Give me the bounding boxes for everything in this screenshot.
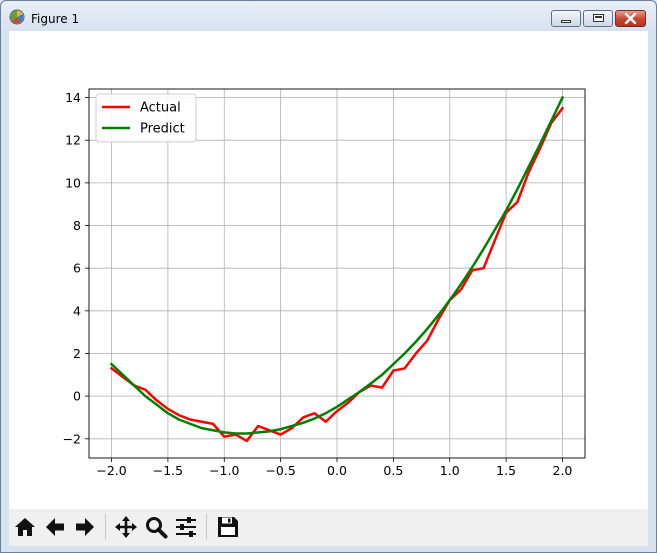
close-icon bbox=[624, 12, 637, 25]
move-icon bbox=[115, 516, 137, 538]
x-tick-label: −1.5 bbox=[153, 463, 183, 478]
y-tick-label: 8 bbox=[73, 218, 81, 233]
title-bar[interactable]: Figure 1 bbox=[1, 1, 656, 31]
figure-window: Figure 1 −2.0 −1.5 −1.0 −0.5 0.0 0.5 1.0 1.5 2.0… bbox=[0, 0, 657, 553]
maximize-icon bbox=[593, 14, 604, 22]
x-tick-label: 0.5 bbox=[383, 463, 403, 478]
x-tick-label: 2.0 bbox=[553, 463, 573, 478]
x-tick-label: −1.0 bbox=[209, 463, 239, 478]
navigation-toolbar bbox=[9, 509, 648, 546]
line-chart: −2.0 −1.5 −1.0 −0.5 0.0 0.5 1.0 1.5 2.0 −2 0 2 4 6 8 1… bbox=[63, 88, 586, 478]
maximize-button[interactable] bbox=[583, 10, 613, 27]
x-tick-labels: −2.0 −1.5 −1.0 −0.5 0.0 0.5 1.0 1.5 2.0 bbox=[96, 463, 572, 478]
arrow-right-icon bbox=[76, 518, 94, 536]
y-tick-label: 4 bbox=[73, 303, 81, 318]
back-button[interactable] bbox=[41, 513, 69, 541]
window-title: Figure 1 bbox=[31, 12, 80, 26]
x-tick-label: −2.0 bbox=[96, 463, 126, 478]
home-button[interactable] bbox=[11, 513, 39, 541]
x-tick-label: 1.5 bbox=[496, 463, 516, 478]
toolbar-separator bbox=[206, 514, 207, 540]
legend-label-predict: Predict bbox=[140, 122, 185, 137]
forward-button[interactable] bbox=[71, 513, 99, 541]
figure-client-area: −2.0 −1.5 −1.0 −0.5 0.0 0.5 1.0 1.5 2.0 −2 0 2 4 6 8 1… bbox=[9, 31, 648, 546]
toolbar-separator bbox=[105, 514, 106, 540]
magnifier-icon bbox=[146, 517, 168, 539]
minimize-button[interactable] bbox=[551, 10, 581, 27]
x-tick-label: 1.0 bbox=[440, 463, 460, 478]
save-button[interactable] bbox=[214, 513, 242, 541]
y-tick-label: 12 bbox=[65, 133, 81, 148]
x-tick-label: −0.5 bbox=[265, 463, 295, 478]
legend: Actual Predict bbox=[95, 93, 197, 143]
configure-subplots-button[interactable] bbox=[172, 513, 200, 541]
pan-button[interactable] bbox=[112, 513, 140, 541]
y-tick-label: 2 bbox=[73, 346, 81, 361]
y-tick-label: 10 bbox=[65, 175, 81, 190]
sliders-icon bbox=[176, 517, 196, 537]
close-button[interactable] bbox=[615, 10, 646, 27]
y-tick-label: 14 bbox=[65, 90, 81, 105]
minimize-icon bbox=[561, 20, 571, 23]
y-tick-label: 6 bbox=[73, 261, 81, 276]
matplotlib-icon bbox=[9, 9, 25, 25]
zoom-button[interactable] bbox=[142, 513, 170, 541]
x-tick-label: 0.0 bbox=[327, 463, 347, 478]
legend-label-actual: Actual bbox=[140, 101, 181, 116]
figure-canvas[interactable]: −2.0 −1.5 −1.0 −0.5 0.0 0.5 1.0 1.5 2.0 −2 0 2 4 6 8 1… bbox=[9, 31, 648, 509]
arrow-left-icon bbox=[46, 518, 64, 536]
y-tick-label: 0 bbox=[73, 389, 81, 404]
home-icon bbox=[15, 518, 35, 536]
y-tick-labels: −2 0 2 4 6 8 10 12 14 bbox=[63, 90, 81, 446]
y-tick-label: −2 bbox=[63, 431, 81, 446]
floppy-disk-icon bbox=[218, 517, 238, 537]
